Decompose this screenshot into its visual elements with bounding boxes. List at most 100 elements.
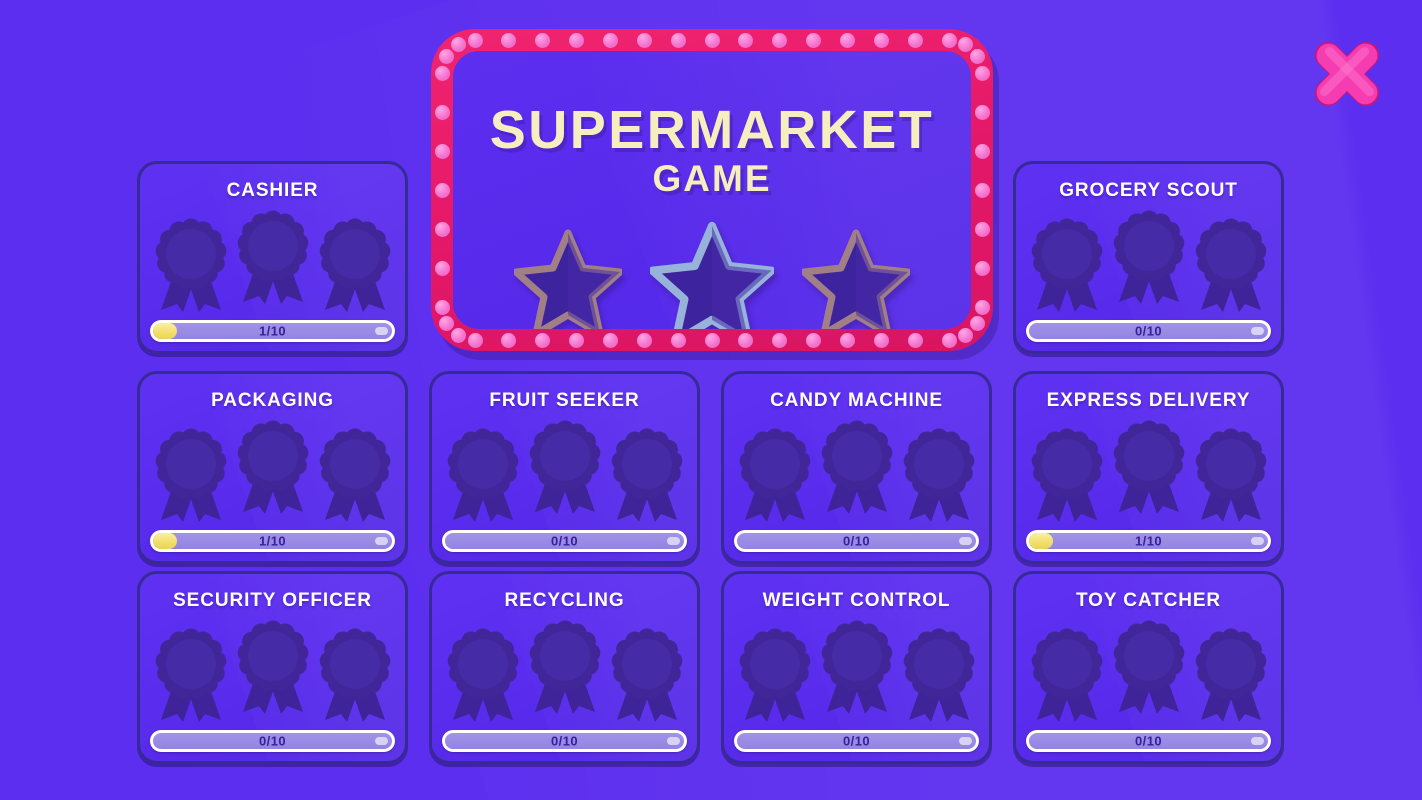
game-title: SUPERMARKET [489,100,935,160]
progress-label: 0/10 [1135,323,1162,339]
achievements-screen: SUPERMARKET GAME CASHIER 1/10 GROCERY SC… [0,0,1422,800]
marquee-bulb [873,32,889,48]
marquee-bulb [772,32,788,48]
game-subtitle: GAME [652,158,772,199]
badge-rosette-icon [529,620,600,714]
marquee-bulb [670,332,686,348]
marquee-bulb [434,65,450,81]
marquee-bulb [434,221,450,237]
marquee-bulb [501,32,517,48]
badge-rosette-icon [237,420,308,514]
progress-bar: 1/10 [150,320,395,342]
game-card-candy-machine[interactable]: CANDY MACHINE 0/10 [721,371,992,564]
card-title: TOY CATCHER [1075,590,1222,611]
marquee-bulb [958,36,973,52]
badge-rosette-icon [739,428,810,522]
progress-label: 0/10 [551,533,578,549]
star-2-icon [650,221,774,329]
marquee-bulb [434,260,450,276]
progress-bar: 1/10 [1026,530,1271,552]
game-card-security-officer[interactable]: SECURITY OFFICER 0/10 [137,571,408,764]
marquee-bulb [434,182,450,198]
marquee-bulb [569,332,585,348]
badge-slots [724,620,989,726]
progress-label: 0/10 [551,733,578,749]
progress-label: 1/10 [259,533,286,549]
marquee-bulb [806,332,822,348]
star-1-icon [514,229,622,329]
progress-bar: 0/10 [442,730,687,752]
badge-rosette-icon [739,628,810,722]
marquee-bulb [974,104,990,120]
progress-label: 0/10 [1135,733,1162,749]
marquee-bulb [434,143,450,159]
game-card-packaging[interactable]: PACKAGING 1/10 [137,371,408,564]
marquee-bulb [438,49,454,64]
card-title: SECURITY OFFICER [173,590,372,611]
card-title: FRUIT SEEKER [489,390,640,411]
badge-slots [432,620,697,726]
badge-slots [1016,210,1281,316]
star-3-icon [802,229,910,329]
card-title: WEIGHT CONTROL [762,590,951,611]
marquee-bulb [974,143,990,159]
marquee-bulb [958,328,973,344]
badge-rosette-icon [319,218,390,312]
badge-rosette-icon [903,628,974,722]
close-button[interactable] [1301,28,1393,120]
progress-bar: 0/10 [150,730,395,752]
marquee-bulb [941,32,957,48]
badge-slots [724,420,989,526]
marquee-bulb [970,316,986,331]
marquee-bulb [451,36,466,52]
marquee-bulb [806,32,822,48]
badge-rosette-icon [237,620,308,714]
progress-label: 1/10 [259,323,286,339]
marquee-bulb [839,32,855,48]
marquee-bulb [438,316,454,331]
marquee-bulb [974,221,990,237]
marquee-bulb [974,260,990,276]
badge-slots [140,210,405,316]
marquee-bulb [907,332,923,348]
marquee-bulb [873,332,889,348]
marquee-bulb [907,32,923,48]
badge-slots [140,420,405,526]
marquee-bulb [636,32,652,48]
marquee-bulb [434,104,450,120]
marquee-bulb [535,332,551,348]
game-card-fruit-seeker[interactable]: FRUIT SEEKER 0/10 [429,371,700,564]
badge-rosette-icon [1195,218,1266,312]
badge-slots [1016,620,1281,726]
marquee-bulb [569,32,585,48]
marquee-bulb [704,332,720,348]
progress-bar: 0/10 [1026,730,1271,752]
marquee-bulb [738,332,754,348]
marquee-bulb [602,32,618,48]
badge-rosette-icon [1113,210,1184,304]
title-panel-inner: SUPERMARKET GAME [453,51,971,329]
marquee-bulb [974,299,990,315]
marquee-bulb [974,65,990,81]
game-card-toy-catcher[interactable]: TOY CATCHER 0/10 [1013,571,1284,764]
title-marquee-panel: SUPERMARKET GAME [431,29,993,351]
progress-label: 0/10 [843,733,870,749]
badge-rosette-icon [821,420,892,514]
game-card-express-delivery[interactable]: EXPRESS DELIVERY 1/10 [1013,371,1284,564]
card-title: RECYCLING [504,590,625,611]
progress-bar: 0/10 [734,730,979,752]
game-card-grocery-scout[interactable]: GROCERY SCOUT 0/10 [1013,161,1284,354]
marquee-bulb [451,328,466,344]
game-card-cashier[interactable]: CASHIER 1/10 [137,161,408,354]
card-title: CANDY MACHINE [770,390,943,411]
game-card-recycling[interactable]: RECYCLING 0/10 [429,571,700,764]
marquee-bulb [434,299,450,315]
progress-bar: 0/10 [1026,320,1271,342]
badge-rosette-icon [319,628,390,722]
badge-rosette-icon [155,628,226,722]
game-card-weight-control[interactable]: WEIGHT CONTROL 0/10 [721,571,992,764]
marquee-bulb [970,49,986,64]
progress-label: 0/10 [843,533,870,549]
marquee-bulb [467,32,483,48]
badge-rosette-icon [821,620,892,714]
